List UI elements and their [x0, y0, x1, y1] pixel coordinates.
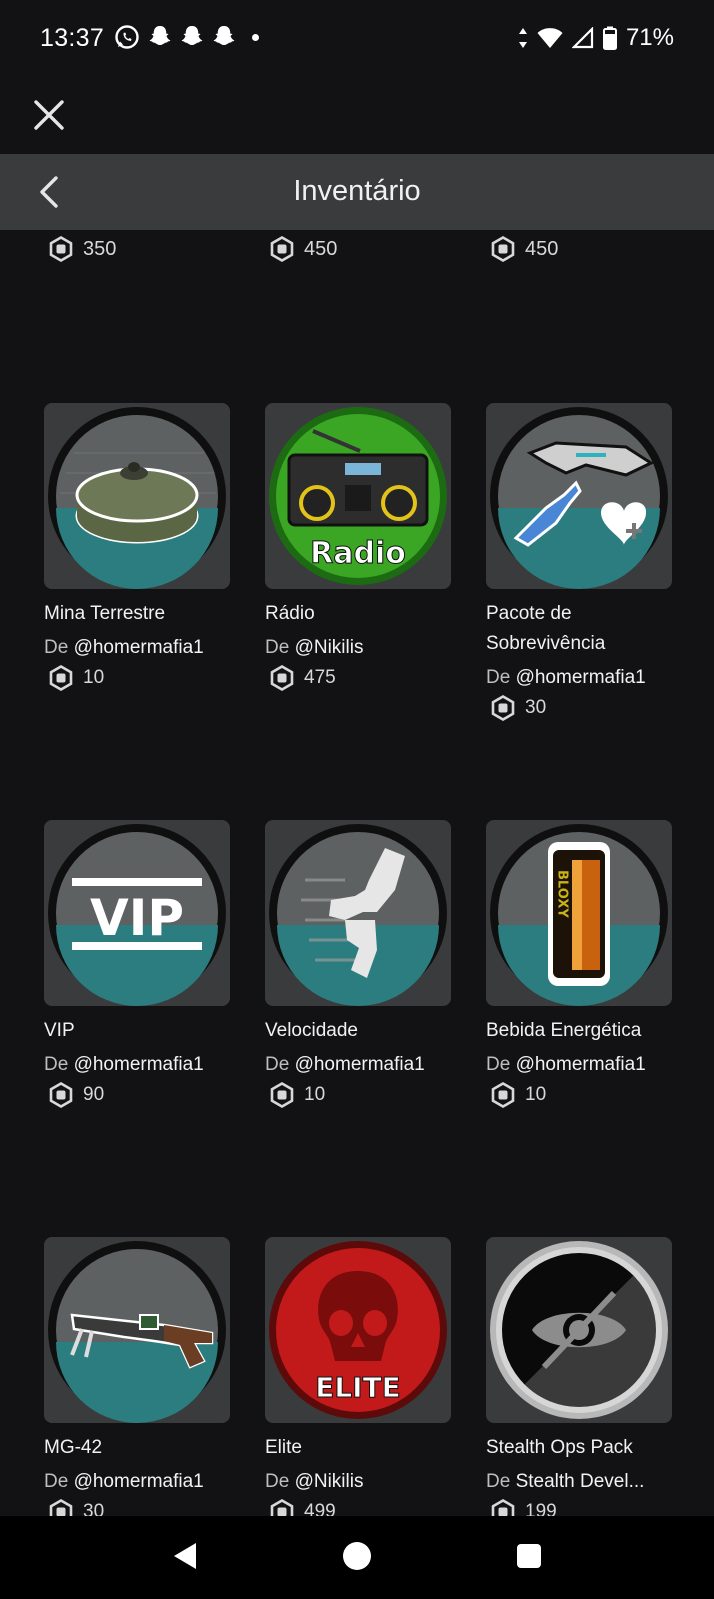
- svg-text:Radio: Radio: [310, 536, 406, 571]
- robux-icon: [49, 236, 73, 262]
- nav-recents-icon[interactable]: [514, 1540, 544, 1572]
- item-name: Bebida Energética: [486, 1020, 642, 1041]
- survival-pack-icon: [490, 407, 668, 589]
- item-name: Mina Terrestre: [44, 603, 166, 624]
- robux-icon: [491, 236, 515, 262]
- item-creator: De @Nikilis: [265, 637, 364, 658]
- page-title: Inventário: [293, 175, 421, 207]
- elite-skull-icon: ELITE: [269, 1241, 447, 1419]
- battery-percentage: 71%: [625, 24, 674, 51]
- item-creator: De @homermafia1: [265, 1054, 425, 1075]
- close-icon[interactable]: [30, 96, 68, 134]
- robux-icon: [270, 665, 294, 691]
- stealth-eye-icon: [490, 1241, 668, 1419]
- inventory-item-card[interactable]: MG-42 De @homermafia1 30: [44, 1237, 230, 1516]
- robux-icon: [270, 1499, 294, 1516]
- item-name: Velocidade: [265, 1020, 358, 1041]
- item-price: 199: [486, 1499, 672, 1516]
- notification-icons: [114, 24, 259, 50]
- machine-gun-icon: [48, 1241, 226, 1423]
- nav-home-icon[interactable]: [342, 1540, 372, 1572]
- item-price: 30: [486, 695, 672, 721]
- robux-icon: [270, 236, 294, 262]
- inventory-item-card[interactable]: Mina Terrestre De @homermafia1 10: [44, 403, 230, 691]
- item-price: 10: [486, 1082, 672, 1108]
- item-creator: De @homermafia1: [44, 1054, 204, 1075]
- item-price: 30: [44, 1499, 230, 1516]
- item-thumbnail: BLOXY: [486, 820, 672, 1006]
- item-thumbnail: [44, 1237, 230, 1423]
- robux-icon: [491, 695, 515, 721]
- svg-text:ELITE: ELITE: [315, 1371, 401, 1404]
- system-nav-bar: [0, 1516, 714, 1599]
- item-thumbnail: [44, 403, 230, 589]
- inventory-grid[interactable]: 350 450 450 Mina Terrestre De @homermafi…: [0, 230, 714, 1516]
- snapchat-icon: [213, 26, 235, 45]
- close-bar: [0, 80, 714, 154]
- inventory-item-card[interactable]: Radio Rádio De @Nikilis 475: [265, 403, 451, 691]
- item-name: MG-42: [44, 1437, 103, 1458]
- item-price: 499: [265, 1499, 451, 1516]
- cell-signal-icon: [571, 27, 594, 49]
- item-name: Stealth Ops Pack: [486, 1437, 633, 1458]
- inventory-item-card[interactable]: Pacote de Sobrevivência De @homermafia1 …: [486, 403, 672, 721]
- item-thumbnail: VIP: [44, 820, 230, 1006]
- item-price: 450: [269, 236, 337, 262]
- item-price: 10: [44, 665, 230, 691]
- inventory-item-card[interactable]: BLOXY Bebida Energética De @homermafia1 …: [486, 820, 672, 1108]
- item-name: Pacote de Sobrevivência: [486, 603, 606, 654]
- inventory-item-card[interactable]: VIP VIP De @homermafia1 90: [44, 820, 230, 1108]
- item-price: 90: [44, 1082, 230, 1108]
- nav-back-icon[interactable]: [170, 1540, 200, 1572]
- robux-icon: [49, 665, 73, 691]
- status-time: 13:37: [40, 24, 105, 52]
- inventory-item-card[interactable]: Velocidade De @homermafia1 10: [265, 820, 451, 1108]
- item-name: Rádio: [265, 603, 315, 624]
- item-thumbnail: [486, 1237, 672, 1423]
- item-creator: De Stealth Devel...: [486, 1471, 645, 1492]
- snapchat-icon: [181, 26, 203, 45]
- item-creator: De @Nikilis: [265, 1471, 364, 1492]
- battery-icon: [602, 26, 617, 50]
- robux-icon: [49, 1499, 73, 1516]
- snapchat-icon: [149, 26, 171, 45]
- robux-icon: [491, 1082, 515, 1108]
- page-header: Inventário: [0, 154, 714, 230]
- item-thumbnail: Radio: [265, 403, 451, 589]
- robux-icon: [491, 1499, 515, 1516]
- data-transfer-icon: [518, 28, 527, 48]
- whatsapp-icon: [115, 25, 139, 49]
- speed-icon: [269, 824, 447, 1006]
- svg-text:VIP: VIP: [90, 889, 184, 947]
- item-creator: De @homermafia1: [44, 637, 204, 658]
- item-name: VIP: [44, 1020, 75, 1041]
- item-creator: De @homermafia1: [486, 1054, 646, 1075]
- svg-text:BLOXY: BLOXY: [555, 870, 570, 918]
- radio-icon: Radio: [269, 407, 447, 585]
- item-name: Elite: [265, 1437, 302, 1458]
- status-bar: 13:37 71%: [0, 0, 714, 80]
- item-price: 10: [265, 1082, 451, 1108]
- energy-drink-icon: BLOXY: [490, 824, 668, 1006]
- inventory-item-card[interactable]: Stealth Ops Pack De Stealth Devel... 199: [486, 1237, 672, 1516]
- more-notifications-dot: [252, 33, 259, 41]
- inventory-item-card[interactable]: ELITE Elite De @Nikilis 499: [265, 1237, 451, 1516]
- item-price: 450: [490, 236, 558, 262]
- item-thumbnail: [486, 403, 672, 589]
- system-icons: 71%: [518, 24, 674, 52]
- item-creator: De @homermafia1: [486, 667, 646, 688]
- robux-icon: [270, 1082, 294, 1108]
- vip-icon: VIP: [48, 824, 226, 1006]
- item-thumbnail: ELITE: [265, 1237, 451, 1423]
- item-creator: De @homermafia1: [44, 1471, 204, 1492]
- robux-icon: [49, 1082, 73, 1108]
- item-thumbnail: [265, 820, 451, 1006]
- landmine-icon: [48, 407, 226, 589]
- item-price: 475: [265, 665, 451, 691]
- item-price: 350: [48, 236, 116, 262]
- wifi-icon: [537, 28, 563, 48]
